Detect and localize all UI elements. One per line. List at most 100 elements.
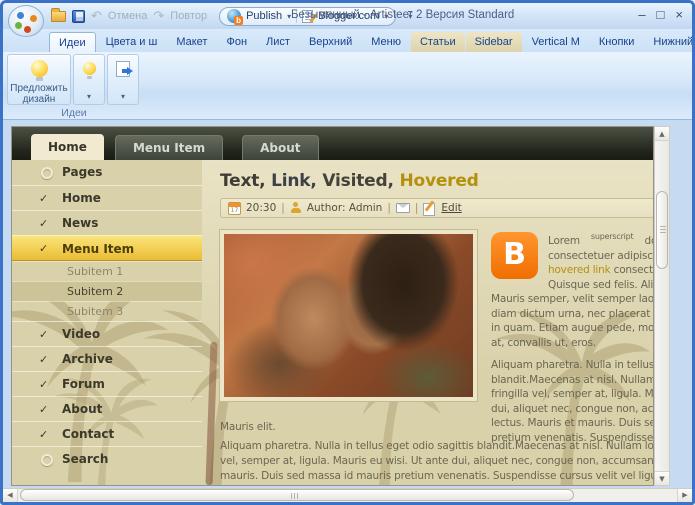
site-sidebar-menu: Pages✓Home✓News✓Menu ItemSubitem 1Subite… — [12, 160, 202, 471]
email-icon[interactable] — [396, 203, 410, 213]
suggest-colors-button[interactable]: ▾ — [73, 54, 105, 105]
heading-part: Text, — [220, 171, 271, 191]
article-text-line: Mauris semper, velit semper laore — [491, 292, 653, 307]
site-tab-about[interactable]: About — [242, 135, 318, 160]
author-icon — [290, 202, 302, 214]
ribbon-tab-row: ИдеиЦвета и шМакетФонЛистВерхнийМенюСтат… — [3, 29, 692, 52]
lightbulb-icon — [83, 62, 96, 75]
publish-button[interactable]: Publish — [246, 10, 282, 22]
sidebar-item-search[interactable]: Search — [12, 446, 202, 471]
meta-separator: | — [415, 202, 419, 214]
sidebar-item-label: Archive — [62, 352, 113, 366]
sidebar-item-archive[interactable]: ✓Archive — [12, 346, 202, 371]
ribbon-tab-nizhnij[interactable]: Нижний к — [644, 32, 695, 52]
sidebar-item-subitem-3[interactable]: Subitem 3 — [12, 301, 202, 321]
sidebar-item-video[interactable]: ✓ Video — [12, 321, 202, 346]
site-tab-menu-item[interactable]: Menu Item — [115, 135, 223, 160]
site-content: Text, Link, Visited, Hovered 20:30 | Aut… — [202, 160, 653, 484]
ribbon-tab-vertical-menu[interactable]: Vertical M — [523, 32, 589, 52]
article-right-column: B Loremsuperscriptdolorconsectetuer adip… — [491, 230, 653, 445]
sidebar-item-news[interactable]: ✓News — [12, 210, 202, 235]
scroll-up-icon[interactable]: ▲ — [655, 127, 669, 141]
text-part: superscript — [591, 232, 634, 241]
palette-dot-icon — [30, 15, 37, 22]
export-button[interactable]: ▾ — [107, 54, 139, 105]
sidebar-item-label: Contact — [62, 427, 114, 441]
article-text-line: diam dictum urna, nec placerat elit n — [491, 307, 653, 322]
text-part: consectetue — [610, 264, 653, 276]
sidebar-item-subitem-2[interactable]: Subitem 2 — [12, 281, 202, 301]
ribbon-tab-stati[interactable]: Статьи — [411, 32, 465, 52]
sidebar-item-subitem-1[interactable]: Subitem 1 — [12, 261, 202, 281]
ribbon-tab-knopki[interactable]: Кнопки — [590, 32, 644, 52]
hovered-link[interactable]: hovered link — [548, 264, 610, 276]
text-part: Quisque sed felis. Aliqua — [548, 279, 653, 291]
palette-dot-icon — [17, 12, 24, 19]
check-icon: ✓ — [39, 186, 48, 211]
article-text-line: Aliquam pharetra. Nulla in tellus eget o… — [220, 439, 653, 454]
edit-link[interactable]: Edit — [441, 202, 461, 214]
maximize-button[interactable]: □ — [657, 7, 665, 22]
ribbon-tab-sidebar[interactable]: Sidebar — [466, 32, 522, 52]
sidebar-item-forum[interactable]: ✓Forum — [12, 371, 202, 396]
palette-dot-icon — [15, 22, 22, 29]
titlebar: ↶ Отмена ↷ Повтор Publish ▾ Blogger.com … — [3, 3, 692, 29]
minimize-button[interactable]: – — [638, 7, 645, 22]
close-button[interactable]: × — [675, 7, 683, 22]
site-body: Pages✓Home✓News✓Menu ItemSubitem 1Subite… — [12, 160, 653, 485]
window-title: Безымянный - Artisteer 2 Версия Standard — [291, 9, 514, 21]
check-icon: ✓ — [39, 322, 48, 347]
ribbon-tab-cveta[interactable]: Цвета и ш — [97, 32, 167, 52]
workspace: HomeMenu ItemAbout Pages✓Home✓News✓Menu … — [3, 120, 692, 502]
article-photo — [220, 230, 477, 401]
sidebar-item-label: Video — [62, 327, 100, 341]
sidebar-item-pages[interactable]: Pages — [12, 160, 202, 185]
scroll-right-icon[interactable]: ▶ — [677, 489, 692, 502]
ribbon-tab-fon[interactable]: Фон — [217, 32, 256, 52]
article-text-line: at, convallis ut, eros. — [491, 336, 653, 351]
ribbon-tab-menyu[interactable]: Меню — [362, 32, 410, 52]
meta-separator: | — [387, 202, 391, 214]
vertical-scroll-thumb[interactable] — [656, 191, 668, 269]
sidebar-item-label: Search — [62, 452, 108, 466]
site-tab-bar: Home Menu Item About — [12, 127, 653, 160]
article-text-line: lectus. Mauris et mauris. Duis se — [491, 416, 653, 431]
scroll-down-icon[interactable]: ▼ — [655, 471, 669, 485]
dropdown-icon[interactable]: ▾ — [121, 92, 125, 101]
ribbon-tab-verhnij[interactable]: Верхний — [300, 32, 361, 52]
suggest-design-button[interactable]: Предложить дизайн — [7, 54, 71, 105]
save-icon[interactable] — [72, 10, 85, 23]
sidebar-item-about[interactable]: ✓About — [12, 396, 202, 421]
horizontal-scrollbar[interactable]: ◀ ▶ — [3, 488, 692, 503]
ideas-group-label: Идеи — [7, 107, 141, 119]
suggest-design-label: Предложить дизайн — [8, 83, 70, 105]
ribbon-tab-list[interactable]: Лист — [257, 32, 299, 52]
palette-dot-icon — [24, 26, 31, 33]
sidebar-item-label: Menu Item — [62, 242, 134, 256]
article-text-line: fringilla vel, semper at, ligula. Mauris — [491, 387, 653, 402]
edit-icon[interactable] — [423, 202, 436, 215]
heading-part: Visited, — [322, 171, 399, 191]
article-text-line: in quam. Etiam augue pede, moles — [491, 321, 653, 336]
ribbon-tab-idei[interactable]: Идеи — [49, 32, 96, 52]
dropdown-icon[interactable]: ▾ — [87, 92, 91, 101]
sidebar-item-label: Home — [62, 191, 101, 205]
sidebar-item-menu-item[interactable]: ✓Menu Item — [12, 235, 202, 261]
redo-icon[interactable]: ↷ — [153, 8, 164, 24]
undo-button[interactable]: Отмена — [108, 10, 147, 22]
app-menu-button[interactable] — [8, 5, 44, 37]
open-icon[interactable] — [51, 11, 66, 22]
sidebar-item-contact[interactable]: ✓Contact — [12, 421, 202, 446]
scroll-left-icon[interactable]: ◀ — [3, 489, 18, 502]
undo-icon[interactable]: ↶ — [91, 8, 102, 24]
sidebar-item-home[interactable]: ✓ Home — [12, 185, 202, 210]
article-text-line: mauris. Duis sed massa id mauris pretium… — [220, 469, 653, 484]
ribbon-tab-maket[interactable]: Макет — [167, 32, 216, 52]
site-tab-home[interactable]: Home — [31, 134, 104, 160]
redo-button[interactable]: Повтор — [170, 10, 207, 22]
check-icon: ✓ — [39, 397, 48, 422]
horizontal-scroll-thumb[interactable] — [20, 489, 574, 501]
ribbon-tabs: ИдеиЦвета и шМакетФонЛистВерхнийМенюСтат… — [49, 32, 695, 52]
vertical-scrollbar[interactable]: ▲ ▼ — [654, 126, 670, 486]
export-icon — [116, 61, 130, 77]
